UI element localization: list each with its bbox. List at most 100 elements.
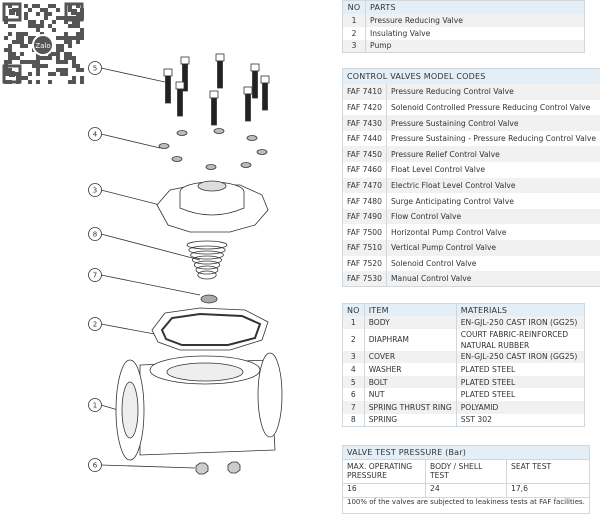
table-row: FAF 7500 Horizontal Pump Control Valve (342, 224, 600, 241)
svg-text:1: 1 (93, 402, 97, 410)
model-code: FAF 7500 (342, 224, 387, 241)
cell-item: SPRING (363, 413, 457, 427)
qr-code: Zalo (2, 2, 84, 84)
cell-material: EN-GJL-250 CAST IRON (GG25) (455, 350, 585, 364)
cell-material: PLATED STEEL (455, 388, 585, 402)
model-code: FAF 7440 (342, 130, 387, 147)
table-row: 3 COVER EN-GJL-250 CAST IRON (GG25) (342, 350, 585, 364)
model-code: FAF 7450 (342, 146, 387, 163)
model-description: Electric Float Level Control Valve (385, 177, 600, 194)
model-code: FAF 7470 (342, 177, 387, 194)
value-seat-test: 17,6 (506, 483, 590, 498)
cell-material: EN-GJL-250 CAST IRON (GG25) (455, 316, 585, 329)
bolt (175, 81, 185, 117)
cell-no: 4 (342, 363, 365, 376)
cell-no: 5 (342, 375, 365, 389)
table-row: FAF 7490 Flow Control Valve (342, 208, 600, 225)
callout-2: 2 (88, 317, 161, 336)
cell-item: NUT (363, 388, 457, 402)
valve-body (115, 352, 283, 461)
model-code: FAF 7460 (342, 162, 387, 178)
table-row: FAF 7410 Pressure Reducing Control Valve (342, 84, 600, 100)
bolt (163, 68, 173, 104)
table-row: 3 Pump (342, 39, 585, 53)
model-description: Horizontal Pump Control Valve (385, 224, 600, 241)
header-body-test: BODY / SHELL TEST (425, 459, 507, 484)
washer (205, 164, 217, 170)
table-row: FAF 7420 Solenoid Controlled Pressure Red… (342, 99, 600, 116)
valve-exploded-diagram: 5 4 3 8 7 2 1 6 (88, 53, 283, 475)
callout-8: 8 (88, 227, 201, 261)
cell: 2 (342, 26, 366, 40)
model-description: Pressure Sustaining - Pressure Reducing … (385, 130, 600, 147)
cell-material: SST 302 (455, 413, 585, 427)
model-code: FAF 7480 (342, 193, 387, 209)
table-row: 2 Insulating Valve (342, 26, 585, 40)
table-row: 1 BODY EN-GJL-250 CAST IRON (GG25) (342, 316, 585, 329)
cell: 3 (342, 39, 366, 53)
cell-material: COURT FABRIC-REINFORCED NATURAL RUBBER (455, 328, 585, 351)
col-no: NO (342, 303, 365, 317)
zalo-logo: Zalo (35, 42, 50, 50)
value-max-pressure: 16 (342, 483, 426, 498)
model-description: Manual Control Valve (385, 271, 600, 287)
model-code: FAF 7430 (342, 115, 387, 131)
table-row: FAF 7440 Pressure Sustaining - Pressure R… (342, 130, 600, 147)
washer (240, 162, 252, 168)
callout-6: 6 (88, 458, 196, 472)
svg-text:5: 5 (93, 65, 97, 73)
washer (246, 135, 258, 141)
model-description: Pressure Relief Control Valve (385, 146, 600, 163)
table-row: FAF 7480 Surge Anticipating Control Valve (342, 193, 600, 209)
cell-item: BODY (363, 316, 457, 329)
materials-table: NO ITEM MATERIALS 1 BODY EN-GJL-250 CAST IRO… (342, 303, 585, 427)
parts-table: NO PARTS 1 Pressure Reducing Valve 2 Insula… (342, 0, 585, 53)
col-no: NO (342, 0, 366, 14)
table-title: CONTROL VALVES MODEL CODES (341, 68, 600, 85)
test-pressure-table: VALVE TEST PRESSURE (Bar) MAX. OPERATING… (342, 445, 590, 514)
model-description: Surge Anticipating Control Valve (385, 193, 600, 209)
model-code: FAF 7530 (342, 271, 387, 287)
test-note: 100% of the valves are subjected to leak… (342, 497, 590, 514)
callout-7: 7 (88, 268, 201, 296)
col-materials: MATERIALS (455, 303, 585, 317)
callout-1: 1 (88, 398, 119, 412)
washer (171, 156, 183, 162)
table-row: 6 NUT PLATED STEEL (342, 388, 585, 402)
table-row: FAF 7430 Pressure Sustaining Control Valv… (342, 115, 600, 131)
svg-text:8: 8 (93, 231, 97, 239)
col-parts: PARTS (365, 0, 585, 14)
bolt (243, 86, 253, 122)
cell-item: BOLT (363, 375, 457, 389)
table-row: 5 BOLT PLATED STEEL (342, 375, 585, 389)
model-code: FAF 7520 (342, 255, 387, 272)
washer (213, 128, 225, 134)
table-row: FAF 7450 Pressure Relief Control Valve (342, 146, 600, 163)
cell: Pump (365, 39, 585, 53)
bolt (215, 53, 225, 89)
model-description: Float Level Control Valve (385, 162, 600, 178)
svg-text:6: 6 (93, 462, 98, 470)
cell-item: SPRING THRUST RING (363, 401, 457, 414)
table-row: 8 SPRING SST 302 (342, 413, 585, 427)
svg-text:3: 3 (93, 187, 97, 195)
callout-3: 3 (88, 183, 161, 206)
model-description: Pressure Sustaining Control Valve (385, 115, 600, 131)
cell: Insulating Valve (365, 26, 585, 40)
bolt (209, 90, 219, 126)
cell-no: 1 (342, 316, 365, 329)
table-title: VALVE TEST PRESSURE (Bar) (342, 445, 590, 460)
washer (158, 143, 170, 149)
table-row: 2 DIAPHRAM COURT FABRIC-REINFORCED NATURAL… (342, 328, 585, 351)
cell-no: 3 (342, 350, 365, 364)
value-body-test: 24 (425, 483, 507, 498)
cell: 1 (342, 13, 366, 27)
col-item: ITEM (363, 303, 457, 317)
cell-item: WASHER (363, 363, 457, 376)
cell-item: COVER (363, 350, 457, 364)
model-code: FAF 7420 (342, 99, 387, 116)
callout-4: 4 (88, 127, 161, 149)
cell-material: PLATED STEEL (455, 363, 585, 376)
table-row: FAF 7520 Solenoid Control Valve (342, 255, 600, 272)
header-seat-test: SEAT TEST (506, 459, 590, 484)
